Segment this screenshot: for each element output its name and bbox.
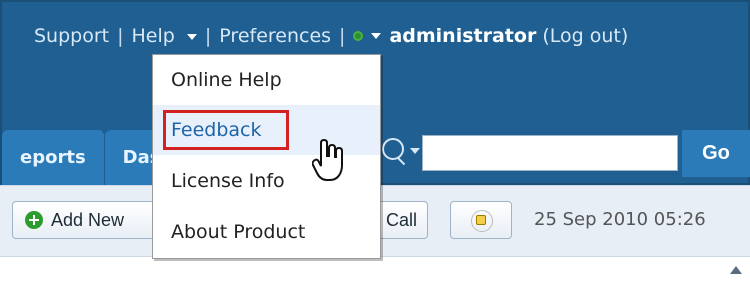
nav-separator: |: [339, 25, 346, 47]
alarm-button[interactable]: [450, 201, 512, 239]
search-bar: Go: [382, 130, 750, 177]
logout-link[interactable]: (Log out): [542, 25, 628, 47]
status-icon: [353, 31, 364, 41]
menu-item-about-product[interactable]: About Product: [153, 207, 380, 257]
user-menu-chevron-icon[interactable]: [371, 33, 382, 39]
menu-item-label: License Info: [171, 170, 285, 192]
feedback-highlight-box: [163, 110, 289, 150]
search-scope-chevron-icon[interactable]: [410, 148, 420, 154]
menu-item-label: About Product: [171, 221, 306, 243]
chevron-down-icon: [186, 33, 197, 40]
tab-label: eports: [20, 147, 86, 168]
search-icon[interactable]: [382, 138, 404, 160]
nav-separator: |: [117, 25, 124, 47]
menu-item-online-help[interactable]: Online Help: [153, 55, 380, 105]
preferences-link[interactable]: Preferences: [219, 25, 331, 47]
scroll-up-icon[interactable]: [728, 262, 744, 278]
plus-circle-icon: [25, 211, 43, 229]
help-menu-trigger[interactable]: Help: [132, 25, 197, 47]
tab-reports[interactable]: eports: [2, 130, 105, 185]
username: administrator: [389, 25, 537, 47]
help-dropdown-menu: Online Help Feedback License Info About …: [152, 54, 381, 259]
help-label: Help: [131, 25, 175, 47]
support-link[interactable]: Support: [34, 25, 109, 47]
alarm-icon: [469, 209, 493, 232]
hand-cursor-icon: [312, 138, 343, 181]
menu-item-label: Online Help: [171, 69, 282, 91]
add-new-label: Add New: [51, 209, 125, 230]
call-label: Call: [385, 209, 417, 230]
go-button[interactable]: Go: [682, 130, 750, 177]
top-navigation: Support | Help | Preferences | administr…: [2, 20, 628, 52]
timestamp: 25 Sep 2010 05:26: [534, 209, 706, 230]
nav-separator: |: [204, 25, 212, 47]
search-input[interactable]: [422, 135, 678, 171]
